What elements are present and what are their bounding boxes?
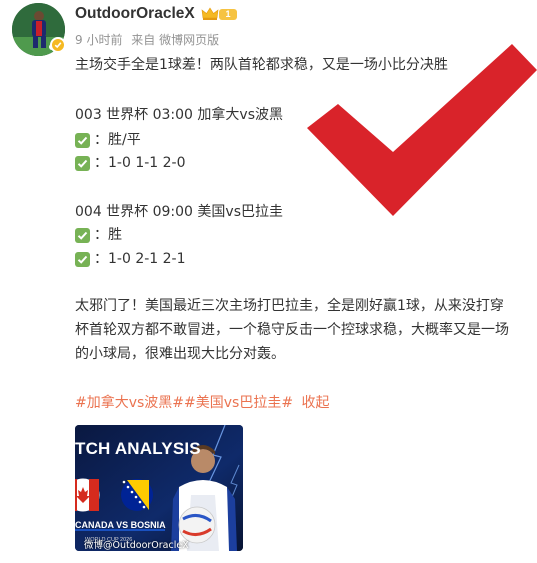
image-watermark: 微博@OutdoorOracleX (84, 540, 189, 551)
match-1-header: 003 世界杯 03:00 加拿大vs波黑 (75, 107, 283, 123)
match-1-pick-2: ：1-0 1-1 2-0 (75, 153, 186, 173)
match-1-pick-1-text: ：胜/平 (94, 132, 141, 148)
hashtag-usa-paraguay[interactable]: #美国vs巴拉圭# (184, 395, 293, 411)
match-2-header: 004 世界杯 09:00 美国vs巴拉圭 (75, 204, 283, 220)
hashtag-row: #加拿大vs波黑##美国vs巴拉圭# 收起 (75, 393, 330, 413)
hashtag-canada-bosnia[interactable]: #加拿大vs波黑# (75, 395, 184, 411)
collapse-link[interactable]: 收起 (302, 395, 330, 411)
image-subtitle: CANADA VS BOSNIA (75, 520, 166, 530)
check-mark-icon (75, 251, 90, 267)
post-time[interactable]: 9 小时前 (75, 33, 122, 47)
weibo-post: OutdoorOracleX 1 9 小时前 来自 微博网页版 主场交手全是1球… (0, 0, 537, 563)
post-source: 来自 微博网页版 (131, 33, 220, 47)
post-image[interactable]: TCH ANALYSIS CANADA VS BOSNIA WORLD CUP … (75, 425, 243, 551)
match-2-pick-1: ：胜 (75, 225, 122, 245)
analysis-line-1: 太邪门了！美国最近三次主场打巴拉圭，全是刚好赢1球，从来没打穿 (75, 298, 504, 314)
check-mark-icon (75, 155, 90, 171)
image-title: TCH ANALYSIS (75, 439, 201, 458)
match-2-pick-2: ：1-0 2-1 2-1 (75, 249, 186, 269)
match-1-pick-2-text: ：1-0 1-1 2-0 (94, 155, 186, 171)
analysis-line-3: 的小球局，很难出现大比分对轰。 (75, 346, 285, 362)
check-mark-icon (75, 227, 90, 243)
match-1-pick-1: ：胜/平 (75, 130, 141, 150)
verified-badge-icon (50, 37, 66, 53)
username[interactable]: OutdoorOracleX (75, 5, 195, 23)
post-intro: 主场交手全是1球差！两队首轮都求稳，又是一场小比分决胜 (75, 57, 448, 73)
analysis-line-2: 杯首轮双方都不敢冒进，一个稳守反击一个控球求稳，大概率又是一场 (75, 322, 509, 338)
match-2-pick-2-text: ：1-0 2-1 2-1 (94, 251, 186, 267)
match-2-pick-1-text: ：胜 (94, 227, 122, 243)
post-meta: 9 小时前 来自 微博网页版 (75, 31, 224, 48)
check-mark-icon (75, 132, 90, 148)
level-badge: 1 (219, 9, 237, 20)
crown-icon (201, 7, 219, 20)
